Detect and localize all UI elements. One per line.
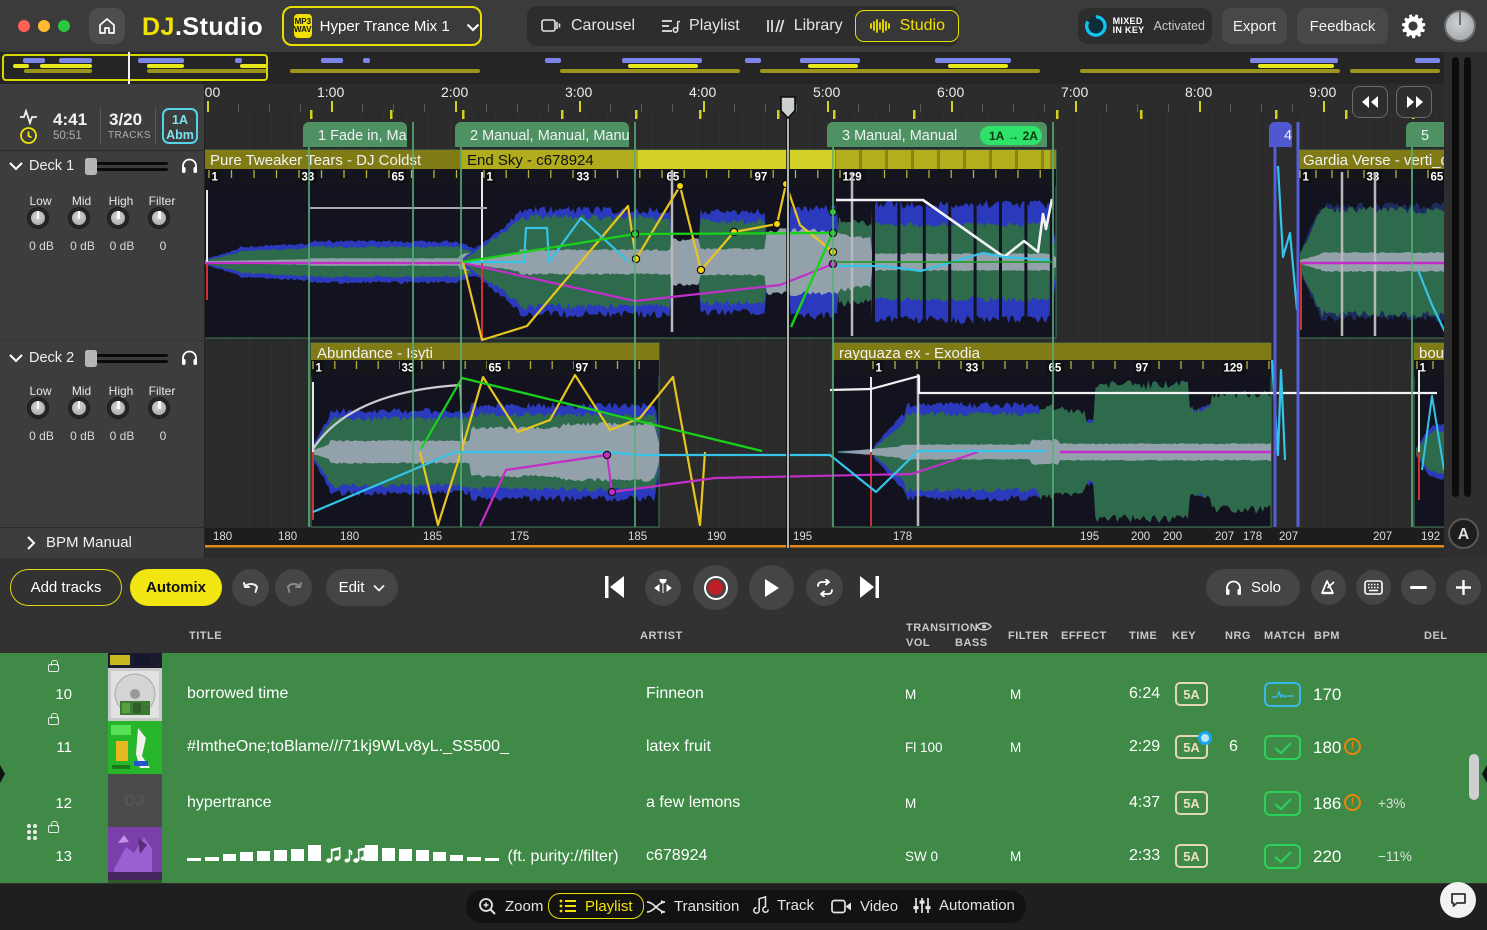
svg-text:180: 180 xyxy=(340,531,359,543)
svg-text:97: 97 xyxy=(1136,363,1149,375)
svg-text:185: 185 xyxy=(423,531,442,543)
svg-text:4: 4 xyxy=(1284,128,1292,144)
svg-text:178: 178 xyxy=(893,531,912,543)
svg-text:2 Manual, Manual, Manu: 2 Manual, Manual, Manu xyxy=(470,128,630,144)
svg-text:65: 65 xyxy=(489,363,502,375)
svg-text:190: 190 xyxy=(707,531,726,543)
svg-text:1A → 2A: 1A → 2A xyxy=(989,129,1038,143)
svg-text:1: 1 xyxy=(1303,172,1310,184)
svg-text:97: 97 xyxy=(755,172,768,184)
svg-text:192: 192 xyxy=(1421,531,1440,543)
svg-text:207: 207 xyxy=(1279,531,1298,543)
svg-text:Gardia Verse - verti_dx: Gardia Verse - verti_dx xyxy=(1303,152,1457,169)
svg-text:Abundance - Isyti: Abundance - Isyti xyxy=(317,345,433,362)
svg-text:33: 33 xyxy=(302,172,315,184)
svg-text:97: 97 xyxy=(576,363,589,375)
svg-text:33: 33 xyxy=(966,363,979,375)
svg-text:185: 185 xyxy=(628,531,647,543)
svg-text:207: 207 xyxy=(1215,531,1234,543)
svg-text:195: 195 xyxy=(1080,531,1099,543)
svg-text:1: 1 xyxy=(316,363,323,375)
svg-text:200: 200 xyxy=(1131,531,1150,543)
svg-text:180: 180 xyxy=(213,531,232,543)
svg-text:Pure Tweaker Tears - DJ Coldst: Pure Tweaker Tears - DJ Coldst xyxy=(210,152,422,169)
svg-text:1: 1 xyxy=(876,363,883,375)
svg-text:33: 33 xyxy=(1367,172,1380,184)
svg-text:65: 65 xyxy=(392,172,405,184)
svg-text:33: 33 xyxy=(577,172,590,184)
svg-text:5: 5 xyxy=(1421,128,1429,144)
svg-text:End Sky - c678924: End Sky - c678924 xyxy=(467,152,594,169)
svg-text:175: 175 xyxy=(510,531,529,543)
svg-text:200: 200 xyxy=(1163,531,1182,543)
svg-text:3 Manual, Manual: 3 Manual, Manual xyxy=(842,128,957,144)
svg-text:rayquaza ex - Exodia: rayquaza ex - Exodia xyxy=(839,345,981,362)
svg-text:65: 65 xyxy=(1049,363,1062,375)
svg-text:207: 207 xyxy=(1373,531,1392,543)
svg-text:180: 180 xyxy=(278,531,297,543)
svg-text:1 Fade in, Ma: 1 Fade in, Ma xyxy=(318,128,408,144)
svg-text:178: 178 xyxy=(1243,531,1262,543)
svg-text:1: 1 xyxy=(487,172,494,184)
svg-text:DJ: DJ xyxy=(124,793,144,810)
svg-text:65: 65 xyxy=(1431,172,1444,184)
svg-text:195: 195 xyxy=(793,531,812,543)
svg-text:1: 1 xyxy=(1420,363,1427,375)
svg-text:1: 1 xyxy=(212,172,219,184)
svg-text:129: 129 xyxy=(1224,363,1243,375)
